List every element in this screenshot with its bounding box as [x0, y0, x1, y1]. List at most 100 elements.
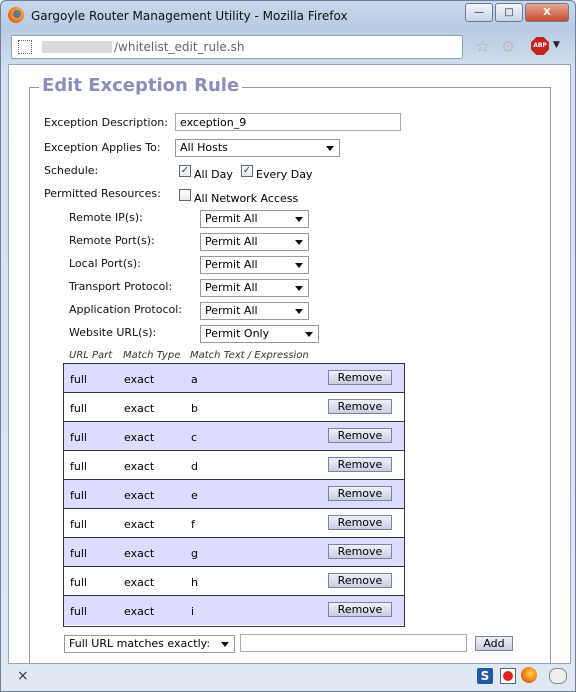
url-part-cell: full: [70, 605, 87, 618]
chevron-down-icon: [305, 332, 313, 337]
url-part-cell: full: [70, 431, 87, 444]
navigation-bar: /whitelist_edit_rule.sh ☆ ⚙ ABP ▼: [7, 33, 569, 61]
chevron-down-icon: [295, 286, 303, 291]
s-extension-icon[interactable]: S: [477, 668, 493, 684]
url-part-cell: full: [70, 460, 87, 473]
reload-icon[interactable]: ⚙: [501, 37, 515, 56]
remote-ip-label: Remote IP(s):: [69, 211, 143, 224]
match-text-cell: d: [191, 460, 198, 473]
website-url-select[interactable]: Permit Only: [200, 325, 319, 343]
column-header-match-type: Match Type: [123, 350, 181, 361]
chevron-down-icon: ▼: [553, 40, 560, 50]
adblock-plus-icon: ABP: [531, 37, 549, 55]
match-text-cell: b: [191, 402, 198, 415]
match-text-input[interactable]: [240, 634, 467, 652]
remove-button[interactable]: Remove: [328, 573, 392, 588]
firefox-icon: [8, 7, 24, 23]
table-row: full exact f Remove: [64, 509, 404, 538]
all-network-access-label: All Network Access: [194, 192, 299, 205]
firefox-icon[interactable]: [521, 667, 537, 683]
transport-protocol-select[interactable]: Permit All: [200, 279, 309, 297]
remove-button[interactable]: Remove: [328, 428, 392, 443]
match-text-cell: e: [191, 489, 198, 502]
applies-to-select[interactable]: All Hosts: [175, 139, 340, 157]
remove-button[interactable]: Remove: [328, 399, 392, 414]
match-text-cell: g: [191, 547, 198, 560]
remove-button[interactable]: Remove: [328, 515, 392, 530]
add-button[interactable]: Add: [475, 636, 513, 651]
url-part-cell: full: [70, 373, 87, 386]
column-header-match-text: Match Text / Expression: [190, 350, 309, 361]
match-type-cell: exact: [124, 489, 155, 502]
local-port-label: Local Port(s):: [69, 257, 141, 270]
all-day-checkbox[interactable]: ✓: [179, 165, 191, 177]
match-type-cell: exact: [124, 431, 155, 444]
resize-grip-icon[interactable]: [549, 668, 567, 684]
remote-port-label: Remote Port(s):: [69, 234, 155, 247]
close-icon[interactable]: ×: [17, 668, 29, 684]
chevron-down-icon: [295, 217, 303, 222]
description-label: Exception Description:: [44, 116, 168, 129]
match-type-cell: exact: [124, 576, 155, 589]
table-row: full exact g Remove: [64, 538, 404, 567]
website-url-label: Website URL(s):: [69, 326, 157, 339]
window-controls: — □ X: [465, 3, 569, 22]
url-bar[interactable]: /whitelist_edit_rule.sh: [11, 35, 463, 59]
chevron-down-icon: [326, 146, 334, 151]
applies-to-label: Exception Applies To:: [44, 141, 161, 154]
url-part-cell: full: [70, 547, 87, 560]
table-row: full exact a Remove: [64, 364, 404, 393]
every-day-checkbox[interactable]: ✓: [241, 165, 253, 177]
remove-button[interactable]: Remove: [328, 370, 392, 385]
chevron-down-icon: [295, 263, 303, 268]
all-network-access-checkbox[interactable]: [179, 189, 191, 201]
match-type-select[interactable]: Full URL matches exactly:: [64, 635, 235, 653]
stop-icon[interactable]: [500, 668, 516, 684]
permitted-resources-label: Permitted Resources:: [44, 187, 161, 200]
maximize-button[interactable]: □: [495, 3, 523, 22]
remote-port-value: Permit All: [205, 235, 258, 248]
match-text-cell: h: [191, 576, 198, 589]
local-port-value: Permit All: [205, 258, 258, 271]
match-type-select-value: Full URL matches exactly:: [69, 637, 211, 650]
match-type-cell: exact: [124, 373, 155, 386]
table-row: full exact b Remove: [64, 393, 404, 422]
remove-button[interactable]: Remove: [328, 457, 392, 472]
application-protocol-select[interactable]: Permit All: [200, 302, 309, 320]
match-type-cell: exact: [124, 547, 155, 560]
adblock-plus-button[interactable]: ABP ▼: [529, 36, 565, 56]
every-day-label: Every Day: [256, 168, 313, 181]
website-url-value: Permit Only: [205, 327, 270, 340]
application-protocol-label: Application Protocol:: [69, 303, 182, 316]
description-input[interactable]: exception_9: [175, 113, 401, 131]
window-title: Gargoyle Router Management Utility - Moz…: [31, 9, 348, 23]
status-bar: × S: [1, 664, 575, 691]
all-day-label: All Day: [194, 168, 233, 181]
chevron-down-icon: [221, 642, 229, 647]
site-identity-icon[interactable]: [18, 40, 32, 54]
minimize-button[interactable]: —: [465, 3, 493, 22]
table-row: full exact d Remove: [64, 451, 404, 480]
remote-port-select[interactable]: Permit All: [200, 233, 309, 251]
table-row: full exact i Remove: [64, 596, 404, 625]
url-path: /whitelist_edit_rule.sh: [114, 40, 245, 54]
remove-button[interactable]: Remove: [328, 486, 392, 501]
table-row: full exact e Remove: [64, 480, 404, 509]
match-type-cell: exact: [124, 460, 155, 473]
match-text-cell: c: [191, 431, 198, 444]
table-row: full exact c Remove: [64, 422, 404, 451]
url-redacted-host: [42, 41, 112, 53]
match-text-cell: a: [191, 373, 198, 386]
browser-window: Gargoyle Router Management Utility - Moz…: [0, 0, 576, 692]
remove-button[interactable]: Remove: [328, 544, 392, 559]
url-part-cell: full: [70, 518, 87, 531]
column-header-url-part: URL Part: [69, 350, 113, 361]
page-content: Edit Exception Rule Exception Descriptio…: [8, 64, 571, 664]
remote-ip-select[interactable]: Permit All: [200, 210, 309, 228]
close-button[interactable]: X: [525, 3, 569, 22]
url-part-cell: full: [70, 402, 87, 415]
bookmark-star-icon[interactable]: ☆: [475, 37, 490, 57]
local-port-select[interactable]: Permit All: [200, 256, 309, 274]
remove-button[interactable]: Remove: [328, 602, 392, 617]
table-row: full exact h Remove: [64, 567, 404, 596]
